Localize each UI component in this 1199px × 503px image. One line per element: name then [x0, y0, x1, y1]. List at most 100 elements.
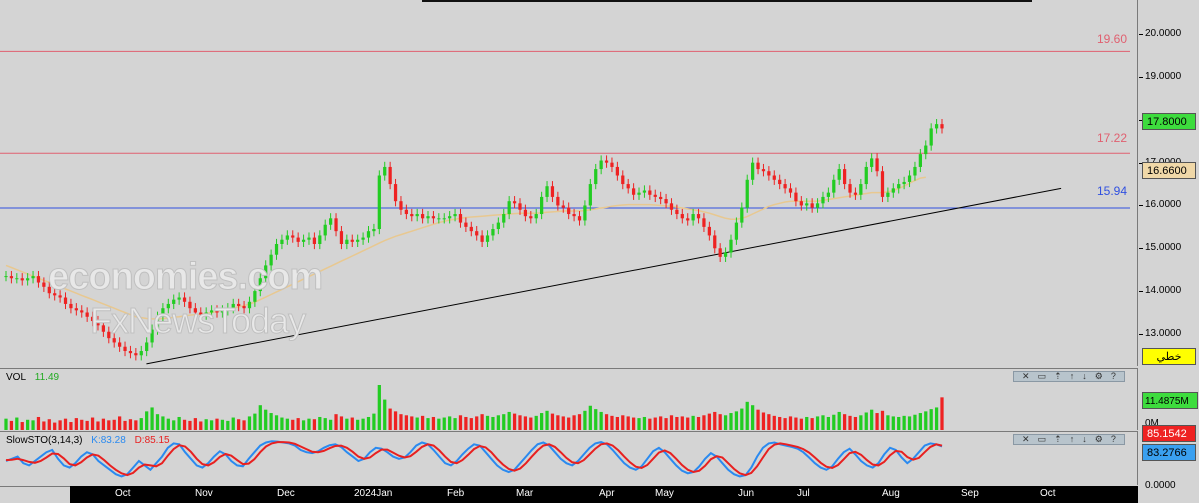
time-label: Jul: [797, 488, 810, 499]
close-icon[interactable]: ✕: [1022, 372, 1030, 381]
volume-bar: [399, 414, 403, 430]
candle-body: [9, 276, 14, 279]
volume-bar: [832, 414, 836, 430]
stochastic-d-label: D:85.15: [134, 435, 170, 446]
volume-bar: [664, 418, 668, 430]
time-label: Jun: [738, 488, 755, 499]
price-chart-pane[interactable]: economies.com FxNewsToday 19.60 17.22 15…: [0, 0, 1138, 366]
candle-body: [80, 310, 84, 313]
time-axis[interactable]: Oct Nov Dec 2024Jan Feb Mar Apr May Jun Jul Aug Sep…: [70, 486, 1138, 503]
volume-bar: [426, 418, 430, 430]
arrow-down-icon[interactable]: ↓: [1082, 372, 1087, 381]
candle-body: [96, 321, 100, 326]
time-label: Oct: [115, 488, 131, 499]
candle-body: [123, 346, 127, 352]
candle-body: [393, 184, 398, 202]
price-axis[interactable]: 20.000019.000018.000017.000016.000015.00…: [1139, 0, 1199, 366]
stochastic-pane[interactable]: SlowSTO(3,14,3) K:83.28 D:85.15 ✕ ▭ ⇡ ↑ …: [0, 431, 1138, 485]
volume-bar: [96, 421, 100, 430]
volume-bar: [177, 416, 181, 430]
candle-body: [799, 201, 803, 206]
candle-body: [128, 351, 133, 354]
volume-bar: [226, 420, 230, 430]
candle-body: [621, 175, 625, 185]
settings-icon[interactable]: ⚙: [1095, 435, 1103, 444]
candle-body: [518, 203, 522, 210]
candle-body: [280, 239, 284, 244]
candle-body: [534, 214, 538, 219]
price-tick-label: 19.0000: [1145, 71, 1182, 83]
candle-body: [713, 235, 717, 249]
volume-bar: [285, 418, 289, 430]
candle-body: [734, 222, 739, 240]
settings-icon[interactable]: ⚙: [1095, 372, 1103, 381]
price-tickmark: [1139, 333, 1143, 335]
volume-bar: [842, 414, 847, 430]
candle-body: [107, 331, 111, 339]
candle-body: [837, 169, 841, 180]
candle-body: [345, 239, 349, 244]
help-icon[interactable]: ?: [1111, 372, 1116, 381]
volume-bar: [312, 419, 317, 430]
volume-bar: [745, 401, 749, 430]
volume-bar: [518, 415, 522, 430]
price-tickmark: [1139, 248, 1143, 250]
price-tickmark: [1139, 291, 1143, 293]
candle-body: [772, 175, 776, 180]
maximize-icon[interactable]: ▭: [1038, 435, 1047, 444]
close-icon[interactable]: ✕: [1022, 435, 1030, 444]
candle-body: [318, 235, 322, 244]
arrow-up-icon[interactable]: ↑: [1070, 435, 1075, 444]
volume-bar: [680, 416, 684, 430]
candle-body: [870, 158, 874, 167]
volume-bar: [875, 413, 879, 430]
candle-body: [529, 216, 533, 219]
candle-body: [4, 276, 8, 278]
candle-body: [361, 237, 365, 240]
candle-body: [686, 218, 690, 221]
volume-bar: [805, 416, 809, 430]
price-chart[interactable]: [0, 0, 1138, 366]
candle-body: [691, 214, 695, 221]
volume-bar: [718, 414, 722, 430]
volume-pane[interactable]: VOL 11.49 ✕ ▭ ⇡ ↑ ↓ ⚙ ?: [0, 368, 1138, 430]
volume-bar: [215, 418, 219, 430]
volume-bar: [361, 418, 365, 430]
candle-body: [182, 297, 187, 302]
candle-body: [339, 231, 344, 244]
candle-body: [875, 158, 879, 172]
candle-body: [783, 184, 787, 189]
candle-body: [399, 201, 403, 210]
volume-bar: [247, 416, 252, 430]
volume-bar: [42, 421, 46, 430]
volume-bar: [567, 417, 571, 430]
candle-body: [631, 188, 636, 195]
candle-body: [680, 214, 684, 219]
arrow-up-icon[interactable]: ↑: [1070, 372, 1075, 381]
volume-bar: [886, 415, 890, 430]
candle-body: [458, 214, 463, 223]
volume-bar: [464, 416, 468, 430]
candle-body: [188, 301, 192, 309]
candle-body: [442, 218, 446, 220]
candle-body: [913, 166, 917, 176]
volume-bar: [58, 420, 62, 430]
time-label: 2024Jan: [354, 488, 393, 499]
help-icon[interactable]: ?: [1111, 435, 1116, 444]
line-type-tag[interactable]: خطي: [1142, 348, 1196, 365]
price-tick-label: 15.0000: [1145, 242, 1182, 254]
volume-chart[interactable]: [0, 369, 1138, 430]
arrow-down-icon[interactable]: ↓: [1082, 435, 1087, 444]
candle-body: [377, 175, 381, 230]
volume-bar: [345, 418, 349, 430]
candle-body: [453, 214, 457, 217]
volume-pane-toolbar: ✕ ▭ ⇡ ↑ ↓ ⚙ ?: [1013, 371, 1125, 382]
candle-body: [177, 297, 181, 300]
candle-body: [247, 301, 252, 309]
move-up-icon[interactable]: ⇡: [1054, 372, 1062, 381]
volume-last-tag: 11.4875M: [1142, 392, 1198, 409]
candle-body: [604, 160, 609, 163]
move-up-icon[interactable]: ⇡: [1054, 435, 1062, 444]
volume-bar: [377, 385, 381, 430]
maximize-icon[interactable]: ▭: [1038, 372, 1047, 381]
